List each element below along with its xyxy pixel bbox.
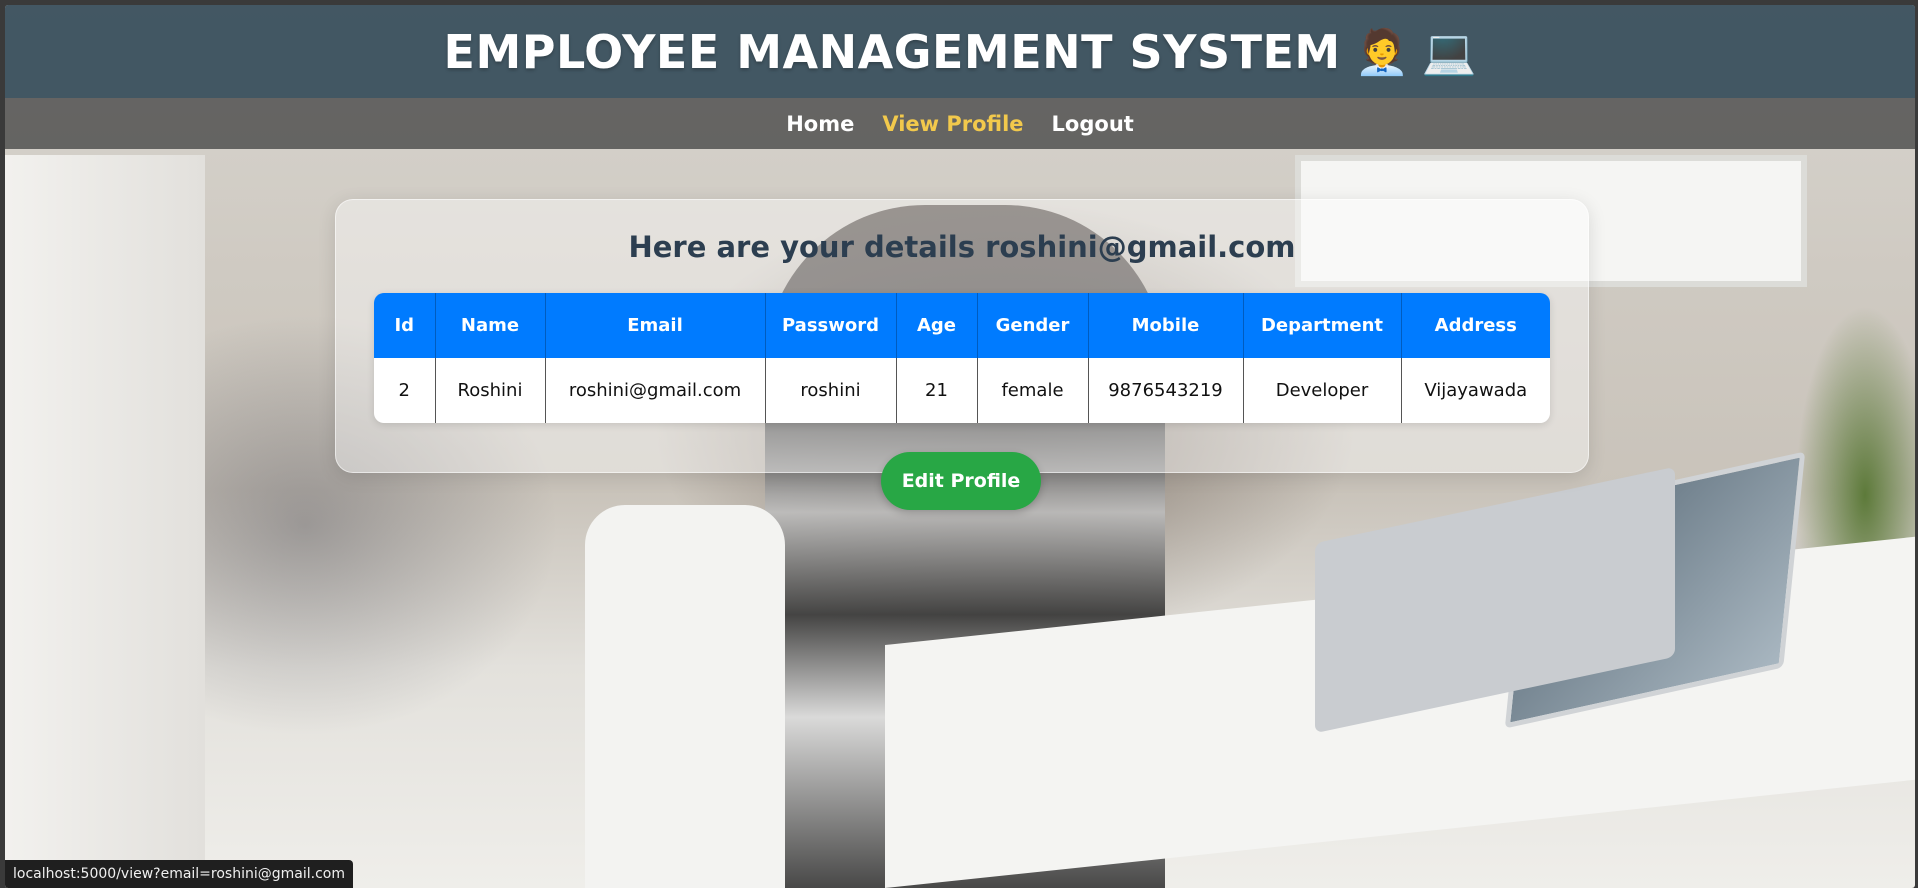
profile-heading: Here are your details roshini@gmail.com bbox=[628, 230, 1296, 264]
nav-bar: Home View Profile Logout bbox=[5, 98, 1915, 149]
edit-profile-button[interactable]: Edit Profile bbox=[881, 452, 1041, 510]
column-header-department: Department bbox=[1243, 293, 1402, 358]
column-header-gender: Gender bbox=[977, 293, 1089, 358]
table-header-row: Id Name Email Password Age Gender Mobile… bbox=[374, 293, 1550, 358]
column-header-password: Password bbox=[765, 293, 897, 358]
nav-logout-link[interactable]: Logout bbox=[1052, 112, 1134, 136]
cell-age: 21 bbox=[896, 358, 978, 423]
column-header-mobile: Mobile bbox=[1088, 293, 1244, 358]
app-title: EMPLOYEE MANAGEMENT SYSTEM bbox=[443, 24, 1341, 79]
details-table: Id Name Email Password Age Gender Mobile… bbox=[374, 293, 1550, 423]
cell-name: Roshini bbox=[435, 358, 546, 423]
nav-view-profile-link[interactable]: View Profile bbox=[882, 112, 1023, 136]
cell-password: roshini bbox=[765, 358, 897, 423]
background-photo bbox=[5, 155, 205, 888]
cell-mobile: 9876543219 bbox=[1088, 358, 1244, 423]
cell-department: Developer bbox=[1243, 358, 1402, 423]
app-header: EMPLOYEE MANAGEMENT SYSTEM 🧑‍💼 💻 bbox=[5, 5, 1915, 98]
status-bar-url: localhost:5000/view?email=roshini@gmail.… bbox=[5, 860, 353, 888]
column-header-address: Address bbox=[1401, 293, 1550, 358]
nav-home-link[interactable]: Home bbox=[786, 112, 854, 136]
cell-gender: female bbox=[977, 358, 1089, 423]
column-header-email: Email bbox=[545, 293, 766, 358]
details-table-wrapper: Id Name Email Password Age Gender Mobile… bbox=[374, 293, 1550, 423]
cell-email: roshini@gmail.com bbox=[545, 358, 766, 423]
employee-laptop-emoji-icon: 🧑‍💼 💻 bbox=[1354, 27, 1477, 77]
profile-card: Here are your details roshini@gmail.com … bbox=[335, 199, 1589, 510]
cell-address: Vijayawada bbox=[1401, 358, 1550, 423]
background-chair bbox=[585, 505, 785, 888]
column-header-id: Id bbox=[374, 293, 436, 358]
column-header-age: Age bbox=[896, 293, 978, 358]
table-row: 2 Roshini roshini@gmail.com roshini 21 f… bbox=[374, 358, 1550, 423]
cell-id: 2 bbox=[374, 358, 436, 423]
column-header-name: Name bbox=[435, 293, 546, 358]
browser-viewport: EMPLOYEE MANAGEMENT SYSTEM 🧑‍💼 💻 Home Vi… bbox=[5, 5, 1915, 888]
